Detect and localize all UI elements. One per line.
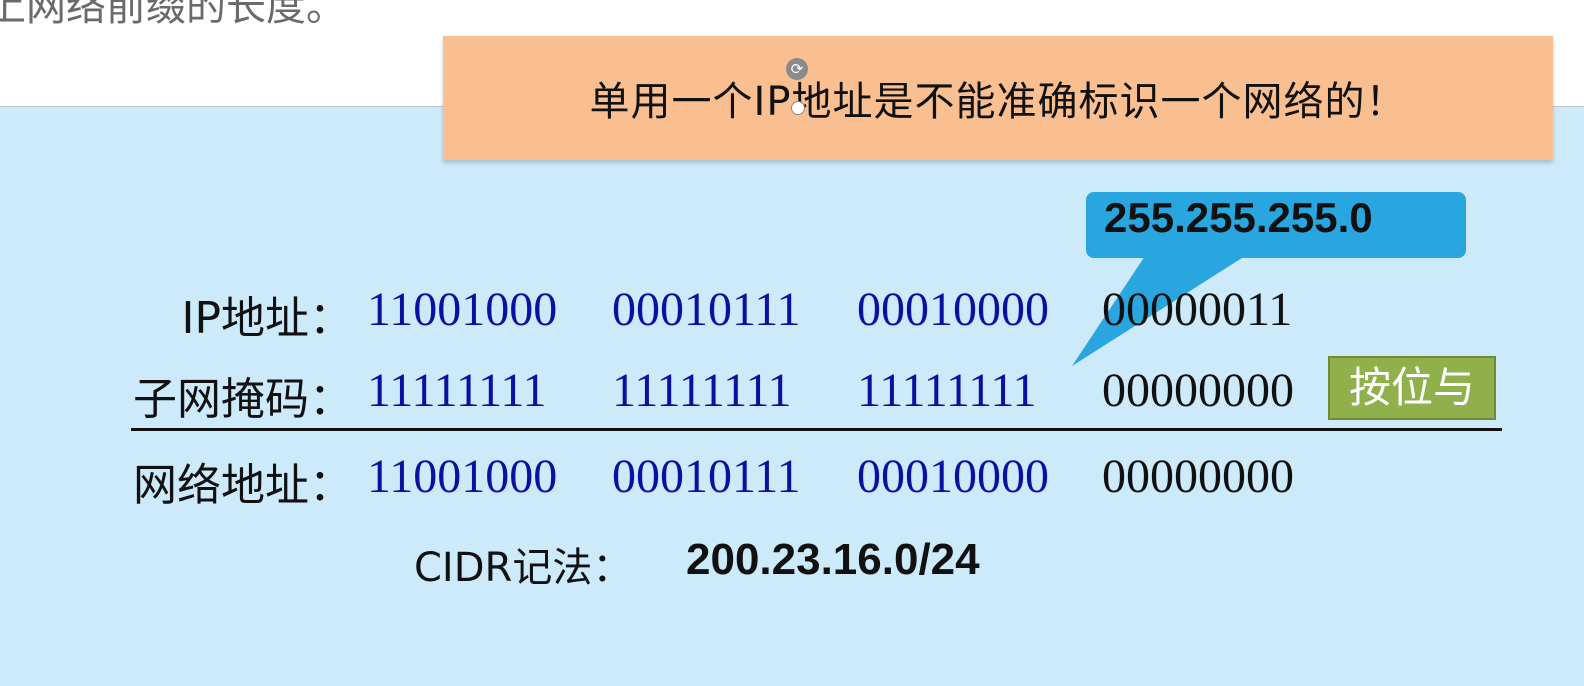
mask-octet-4: 00000000 [1102, 364, 1294, 417]
bitwise-and-badge[interactable]: 按位与 [1328, 356, 1496, 420]
mask-octet-1: 11111111 [367, 364, 547, 417]
network-address-label: 网络地址： [133, 460, 353, 511]
ip-address-row: IP地址： 11001000 00010111 00010000 0000001… [0, 282, 1584, 344]
ip-octet-1: 11001000 [367, 283, 558, 336]
subnet-mask-label: 子网掩码： [133, 374, 353, 425]
net-octet-1: 11001000 [367, 450, 558, 503]
cidr-label: CIDR记法： [414, 545, 633, 591]
ip-octet-4: 00000011 [1102, 283, 1293, 336]
net-octet-2: 00010111 [612, 450, 801, 503]
net-octet-4: 00000000 [1102, 450, 1294, 503]
sum-divider-line [131, 428, 1502, 431]
mask-octet-2: 11111111 [612, 364, 792, 417]
ip-octet-3: 00010000 [857, 283, 1049, 336]
ip-octet-2: 00010111 [612, 283, 801, 336]
mask-octet-3: 11111111 [857, 364, 1037, 417]
ip-address-label: IP地址： [181, 293, 353, 344]
net-octet-3: 00010000 [857, 450, 1049, 503]
network-address-row: 网络地址： 11001000 00010111 00010000 0000000… [0, 449, 1584, 511]
cidr-value: 200.23.16.0/24 [686, 535, 980, 584]
mask-callout-text: 255.255.255.0 [1104, 194, 1373, 241]
